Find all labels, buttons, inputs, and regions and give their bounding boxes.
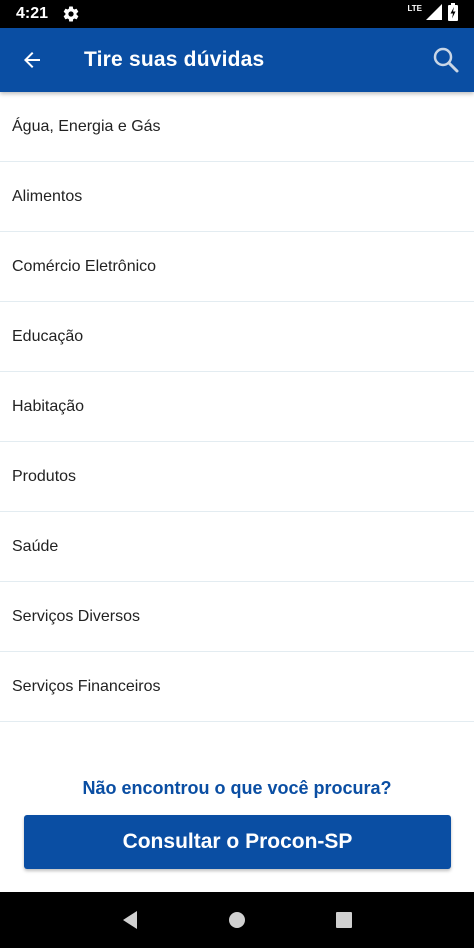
status-time: 4:21	[16, 5, 49, 22]
battery-icon	[448, 2, 458, 26]
home-circle-icon	[228, 912, 245, 928]
back-button[interactable]	[0, 28, 64, 92]
topic-item-habitacao[interactable]: Habitação	[0, 372, 474, 442]
topic-item-alimentos[interactable]: Alimentos	[0, 162, 474, 232]
search-button[interactable]	[418, 28, 474, 92]
page-title: Tire suas dúvidas	[84, 48, 265, 71]
app-bar: Tire suas dúvidas	[0, 28, 474, 92]
topic-item-servicos-diversos[interactable]: Serviços Diversos	[0, 582, 474, 652]
arrow-left-icon	[24, 52, 40, 68]
status-bar: 4:21 LTE	[0, 0, 474, 28]
topic-item-comercio-eletronico[interactable]: Comércio Eletrônico	[0, 232, 474, 302]
topic-item-saude[interactable]: Saúde	[0, 512, 474, 582]
lte-label: LTE	[407, 3, 422, 13]
settings-gear-icon	[62, 5, 80, 23]
not-found-prompt: Não encontrou o que você procura?	[82, 778, 392, 798]
nav-back-button[interactable]	[110, 900, 150, 940]
nav-recents-button[interactable]	[324, 900, 364, 940]
topic-item-servicos-financeiros[interactable]: Serviços Financeiros	[0, 652, 474, 722]
search-icon	[433, 47, 459, 73]
topic-list: Água, Energia e Gás Alimentos Comércio E…	[0, 92, 474, 722]
back-triangle-icon	[122, 911, 137, 929]
recents-square-icon	[336, 912, 353, 928]
system-nav-bar	[0, 892, 474, 948]
signal-icon	[426, 3, 442, 25]
topic-item-educacao[interactable]: Educação	[0, 302, 474, 372]
nav-home-button[interactable]	[217, 900, 257, 940]
topic-item-agua-energia-gas[interactable]: Água, Energia e Gás	[0, 92, 474, 162]
topic-item-produtos[interactable]: Produtos	[0, 442, 474, 512]
status-right-icons: LTE	[405, 2, 458, 26]
consult-procon-button[interactable]: Consultar o Procon-SP	[24, 815, 451, 869]
